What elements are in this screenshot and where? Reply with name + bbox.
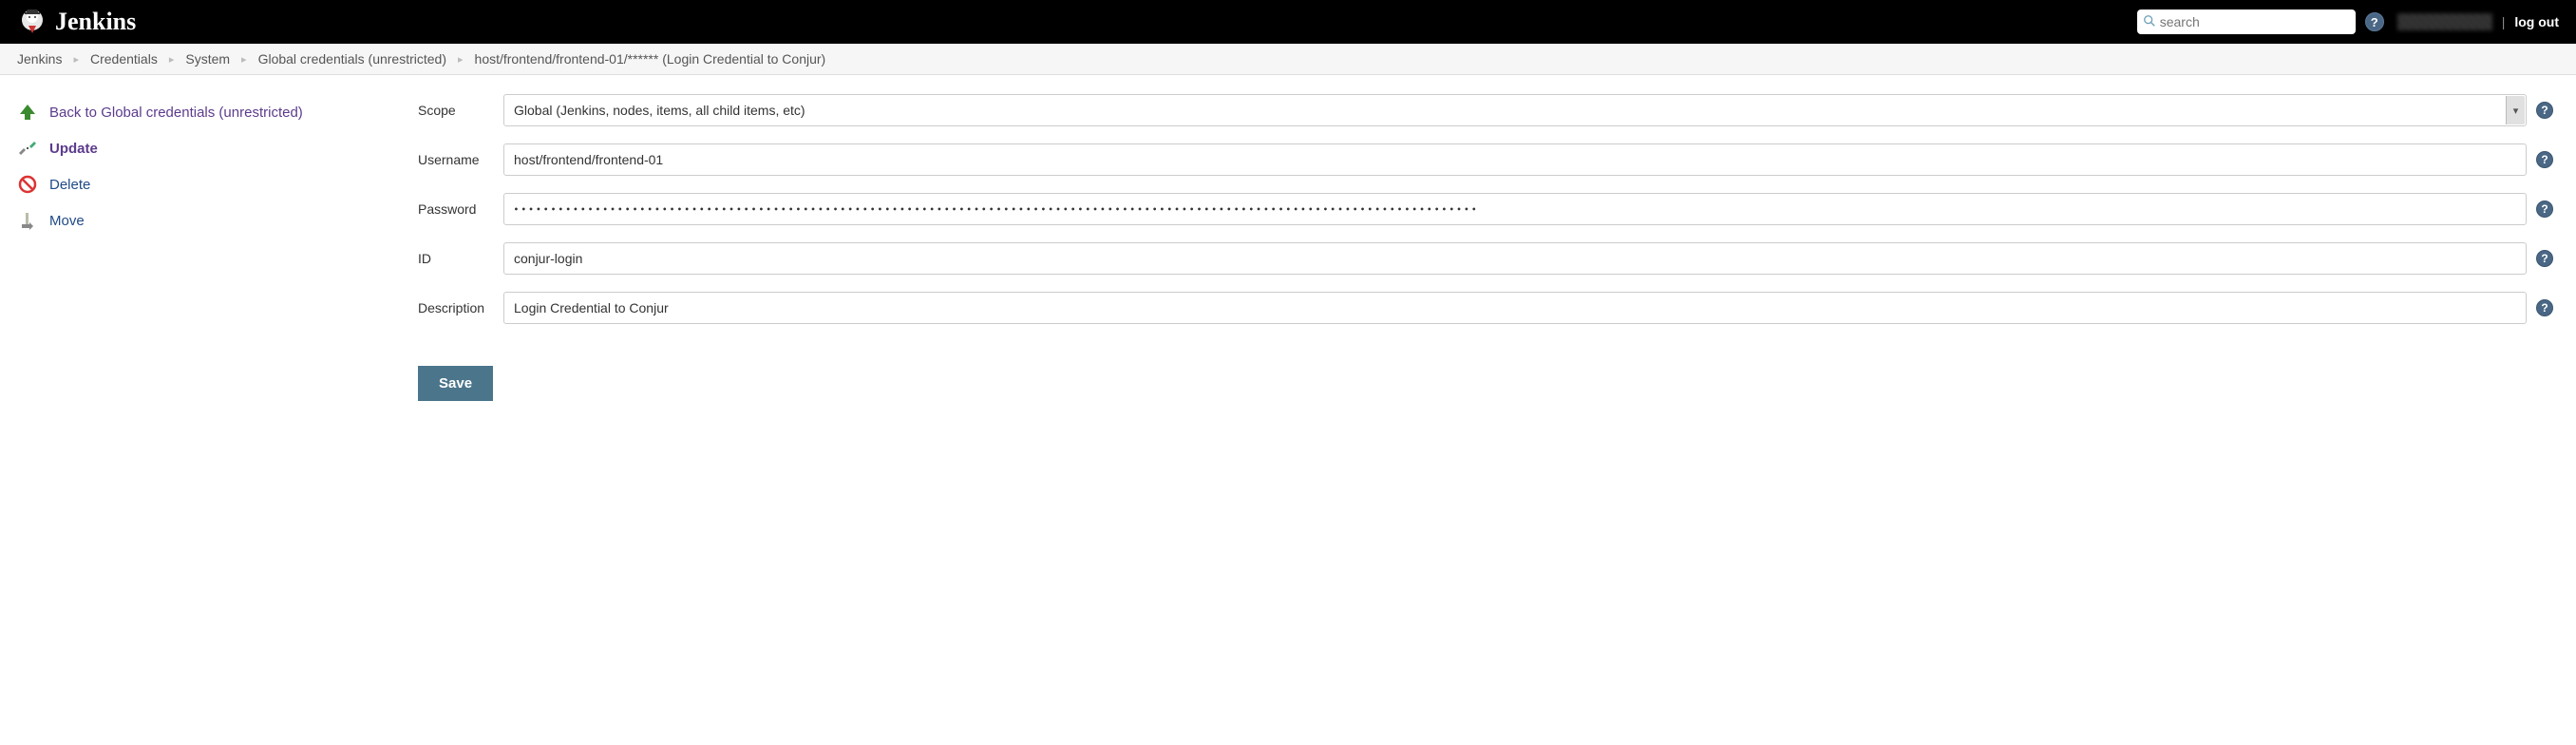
breadcrumb-item[interactable]: System [185, 51, 230, 67]
help-icon[interactable]: ? [2536, 250, 2553, 267]
move-icon [17, 210, 38, 231]
id-label: ID [418, 251, 503, 266]
username-label: Username [418, 152, 503, 167]
save-button[interactable]: Save [418, 366, 493, 401]
description-label: Description [418, 300, 503, 315]
id-field[interactable] [503, 242, 2527, 275]
password-label: Password [418, 201, 503, 217]
brand-logo[interactable]: Jenkins [17, 7, 136, 37]
help-icon[interactable]: ? [2536, 102, 2553, 119]
logout-link[interactable]: log out [2514, 14, 2559, 29]
row-id: ID ? [418, 242, 2553, 275]
sidebar-item-label: Update [49, 141, 98, 157]
help-icon[interactable]: ? [2536, 201, 2553, 218]
sidebar-item-delete[interactable]: Delete [17, 166, 401, 202]
search-box[interactable] [2137, 10, 2356, 34]
no-entry-icon [17, 174, 38, 195]
current-user[interactable] [2397, 13, 2492, 30]
search-icon [2143, 14, 2156, 30]
arrow-up-icon [17, 102, 38, 123]
description-field[interactable] [503, 292, 2527, 324]
breadcrumb-item[interactable]: Credentials [90, 51, 158, 67]
help-icon[interactable]: ? [2536, 299, 2553, 316]
chevron-right-icon: ▸ [169, 53, 175, 66]
sidebar-item-update[interactable]: Update [17, 130, 401, 166]
chevron-right-icon: ▸ [73, 53, 79, 66]
sidebar-item-label: Move [49, 213, 85, 229]
chevron-right-icon: ▸ [458, 53, 464, 66]
tools-icon [17, 138, 38, 159]
sidebar-item-label: Back to Global credentials (unrestricted… [49, 105, 303, 121]
password-field[interactable] [503, 193, 2527, 225]
header-help-icon[interactable]: ? [2365, 12, 2384, 31]
scope-value[interactable] [503, 94, 2527, 126]
row-username: Username ? [418, 143, 2553, 176]
sidebar: Back to Global credentials (unrestricted… [0, 75, 418, 430]
sidebar-item-move[interactable]: Move [17, 202, 401, 239]
sidebar-item-label: Delete [49, 177, 90, 193]
username-field[interactable] [503, 143, 2527, 176]
chevron-down-icon: ▾ [2506, 96, 2525, 124]
breadcrumb: Jenkins ▸ Credentials ▸ System ▸ Global … [0, 44, 2576, 75]
main-layout: Back to Global credentials (unrestricted… [0, 75, 2576, 430]
row-description: Description ? [418, 292, 2553, 324]
chevron-right-icon: ▸ [241, 53, 247, 66]
top-header: Jenkins ? | log out [0, 0, 2576, 44]
content-form: Scope ▾ ? Username ? Password ? [418, 75, 2576, 430]
scope-select[interactable]: ▾ [503, 94, 2527, 126]
row-scope: Scope ▾ ? [418, 94, 2553, 126]
header-separator: | [2502, 14, 2506, 29]
jenkins-head-icon [17, 7, 47, 37]
breadcrumb-item[interactable]: Global credentials (unrestricted) [258, 51, 446, 67]
scope-label: Scope [418, 103, 503, 118]
row-password: Password ? [418, 193, 2553, 225]
help-icon[interactable]: ? [2536, 151, 2553, 168]
brand-text: Jenkins [55, 8, 136, 36]
breadcrumb-item[interactable]: Jenkins [17, 51, 62, 67]
breadcrumb-item[interactable]: host/frontend/frontend-01/****** (Login … [475, 51, 826, 67]
sidebar-item-back[interactable]: Back to Global credentials (unrestricted… [17, 94, 401, 130]
search-input[interactable] [2160, 14, 2350, 29]
